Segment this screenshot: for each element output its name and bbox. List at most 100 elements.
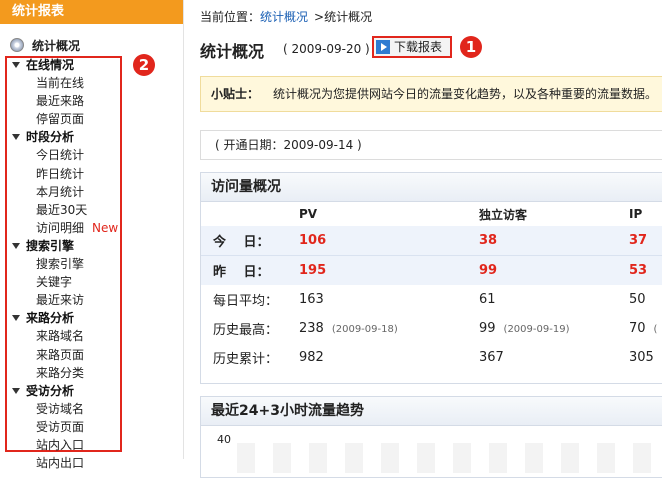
table-cell: 195 [299,255,479,285]
sidebar-item-overview[interactable]: 统计概况 [10,37,80,55]
sidebar-item[interactable]: 来路域名 [12,327,172,345]
sidebar-item-label: 停留页面 [36,112,85,127]
sidebar-item[interactable]: 受访域名 [12,400,172,418]
open-date-box: ( 开通日期：2009-09-14 ) [200,130,662,160]
table-row: 历史最高： 238 (2009-09-18) 99 (2009-09-19) 70 ( [201,314,662,343]
breadcrumb: 当前位置：统计概况 >统计概况 [200,8,372,25]
cell-value: 99 [479,263,498,278]
cell-value: 163 [299,292,324,307]
sidebar-item-label: 昨日统计 [36,166,85,181]
table-cell: 38 [479,226,629,256]
sidebar-item-label: 统计概况 [32,39,81,53]
trend-axis-label: 40 [217,433,231,446]
cell-date: (2009-09-19) [503,324,570,335]
trend-panel-title: 最近24+3小时流量趋势 [201,397,662,426]
sidebar-item-label: 关键字 [36,275,73,290]
table-cell: 305 [629,343,662,372]
table-cell: 70 ( [629,314,662,343]
table-header-cell: 独立访客 [479,207,528,222]
cell-value: 70 [629,321,646,336]
sidebar-category[interactable]: 来路分析 [12,309,172,327]
cell-value: 99 [479,321,496,336]
sidebar-item-label: 站内入口 [36,437,85,452]
table-cell: 238 (2009-09-18) [299,314,479,343]
table-cell: 50 [629,285,662,314]
table-cell: 61 [479,285,629,314]
cell-value: 367 [479,350,504,365]
page-date: ( 2009-09-20 ) [283,42,370,56]
main-content: 当前位置：统计概况 >统计概况 统计概况 ( 2009-09-20 ) 下载报表 … [190,0,662,478]
sidebar-item[interactable]: 最近30天 [12,201,172,219]
sidebar-item[interactable]: 来路分类 [12,364,172,382]
sidebar-category[interactable]: 受访分析 [12,382,172,400]
table-row: 今 日： 106 38 37 [201,226,662,256]
sidebar-item[interactable]: 本月统计 [12,183,172,201]
tip-text: 统计概况为您提供网站今日的流量变化趋势，以及各种重要的流量数据。 [273,87,658,101]
annotation-badge-2: 2 [133,54,155,76]
sidebar-item[interactable]: 搜索引擎 [12,255,172,273]
row-label: 昨 日： [201,255,299,285]
sidebar-item[interactable]: 站内入口 [12,436,172,454]
triangle-down-icon [12,315,20,322]
sidebar: 统计报表 统计概况 在线情况 当前在线 最近来路 停留页面 时段分析 今日统计 昨日统计 本月… [0,0,184,470]
sidebar-item-label: 最近来访 [36,293,85,308]
sidebar-item-label: 时段分析 [26,130,75,145]
sidebar-item[interactable]: 关键字 [12,273,172,291]
cell-value: 195 [299,263,327,278]
annotation-badge-1: 1 [460,36,482,58]
tip-box: 小贴士： 统计概况为您提供网站今日的流量变化趋势，以及各种重要的流量数据。 [200,76,662,112]
sidebar-item[interactable]: 来路页面 [12,346,172,364]
cell-value: 50 [629,292,646,307]
sidebar-category[interactable]: 搜索引擎 [12,237,172,255]
visits-table: PV 独立访客 IP 今 日： 106 38 37 昨 日： 195 99 53 每日平均： 163 61… [201,202,662,372]
table-cell: 53 [629,255,662,285]
cell-date: (2009-09-18) [331,324,398,335]
sidebar-item-label: 在线情况 [26,58,75,72]
sidebar-item-label: 受访域名 [36,401,85,416]
cell-value: 982 [299,350,324,365]
table-row: 历史累计： 982 367 305 [201,343,662,372]
open-date: ( 开通日期：2009-09-14 ) [215,138,362,152]
sidebar-item[interactable]: 最近来访 [12,291,172,309]
download-report-button[interactable]: 下载报表 [372,36,452,58]
sidebar-item[interactable]: 受访页面 [12,418,172,436]
triangle-down-icon [12,387,20,394]
table-cell: 163 [299,285,479,314]
breadcrumb-current: >统计概况 [314,10,373,24]
sidebar-item-label: 来路页面 [36,347,85,362]
table-header-cell: IP [629,207,643,221]
sidebar-item-label: 最近来路 [36,94,85,109]
breadcrumb-link[interactable]: 统计概况 [260,10,308,24]
sidebar-item[interactable]: 当前在线 [12,74,172,92]
triangle-down-icon [12,134,20,141]
visits-panel: 访问量概况 PV 独立访客 IP 今 日： 106 38 37 昨 日： 195 99 53 每日平均… [200,172,662,384]
new-badge: New [92,220,119,235]
table-cell: 106 [299,226,479,256]
triangle-down-icon [12,242,20,249]
sidebar-item[interactable]: 访问明细 New [12,219,172,237]
table-row: 昨 日： 195 99 53 [201,255,662,285]
sidebar-item[interactable]: 站内出口 [12,454,172,472]
sidebar-item[interactable]: 停留页面 [12,110,172,128]
sidebar-item[interactable]: 最近来路 [12,92,172,110]
sidebar-item[interactable]: 昨日统计 [12,165,172,183]
download-label: 下载报表 [394,40,443,54]
sidebar-item[interactable]: 今日统计 [12,146,172,164]
table-row: 每日平均： 163 61 50 [201,285,662,314]
cell-value: 238 [299,321,324,336]
row-label: 每日平均： [213,294,279,309]
sidebar-item-label: 来路域名 [36,329,85,344]
table-header-cell [201,202,299,226]
sidebar-category[interactable]: 时段分析 [12,128,172,146]
disc-icon [10,38,24,52]
triangle-down-icon [12,62,20,68]
breadcrumb-prefix: 当前位置： [200,10,261,24]
row-label: 历史累计： [213,352,279,367]
table-cell: 37 [629,226,662,256]
table-cell: 982 [299,343,479,372]
row-label: 今 日： [201,226,299,256]
visits-panel-title: 访问量概况 [201,173,662,202]
table-cell: 99 [479,255,629,285]
sidebar-item-label: 访问明细 [36,220,85,235]
table-cell: 367 [479,343,629,372]
